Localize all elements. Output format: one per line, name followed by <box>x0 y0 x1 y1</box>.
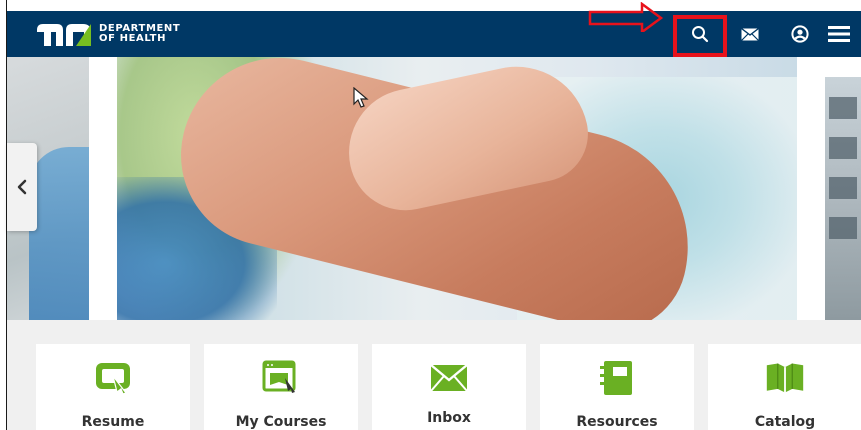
mouse-cursor-icon <box>353 87 369 108</box>
tile-label: Resources <box>576 414 658 430</box>
carousel-prev-button[interactable] <box>7 143 37 231</box>
mail-icon <box>741 27 759 41</box>
menu-button[interactable] <box>821 11 857 57</box>
resume-icon <box>93 360 133 396</box>
messages-button[interactable] <box>733 11 767 57</box>
mdh-logo[interactable]: DEPARTMENT OF HEALTH <box>35 20 180 48</box>
hero-carousel <box>7 57 861 320</box>
tile-resources[interactable]: Resources <box>540 344 694 430</box>
tile-label: Catalog <box>754 414 816 430</box>
top-navbar: DEPARTMENT OF HEALTH <box>7 11 861 57</box>
menu-icon <box>828 26 850 42</box>
mn-logo-mark <box>37 24 91 46</box>
tile-label: Resume <box>81 414 145 430</box>
book-icon <box>765 360 805 396</box>
envelope-icon <box>429 360 469 396</box>
user-icon <box>791 25 809 43</box>
tile-label: My Courses <box>235 414 327 430</box>
chevron-left-icon <box>17 179 27 195</box>
carousel-main-image <box>117 57 797 320</box>
annotation-highlight-box <box>673 15 727 57</box>
tile-label: Inbox <box>427 410 471 426</box>
logo-line2: OF HEALTH <box>99 33 167 44</box>
profile-button[interactable] <box>783 11 817 57</box>
notebook-icon <box>597 360 637 396</box>
tile-inbox[interactable]: Inbox <box>372 344 526 430</box>
tile-my-courses[interactable]: My Courses <box>204 344 358 430</box>
logo-text: DEPARTMENT OF HEALTH <box>99 24 180 44</box>
tile-catalog[interactable]: Catalog <box>708 344 861 430</box>
annotation-arrow-icon <box>588 2 664 32</box>
quick-links: Resume My Courses Inbox Resources Catalo… <box>7 320 861 430</box>
tile-resume[interactable]: Resume <box>36 344 190 430</box>
carousel-next-slide <box>825 77 861 320</box>
courses-icon <box>261 360 301 396</box>
